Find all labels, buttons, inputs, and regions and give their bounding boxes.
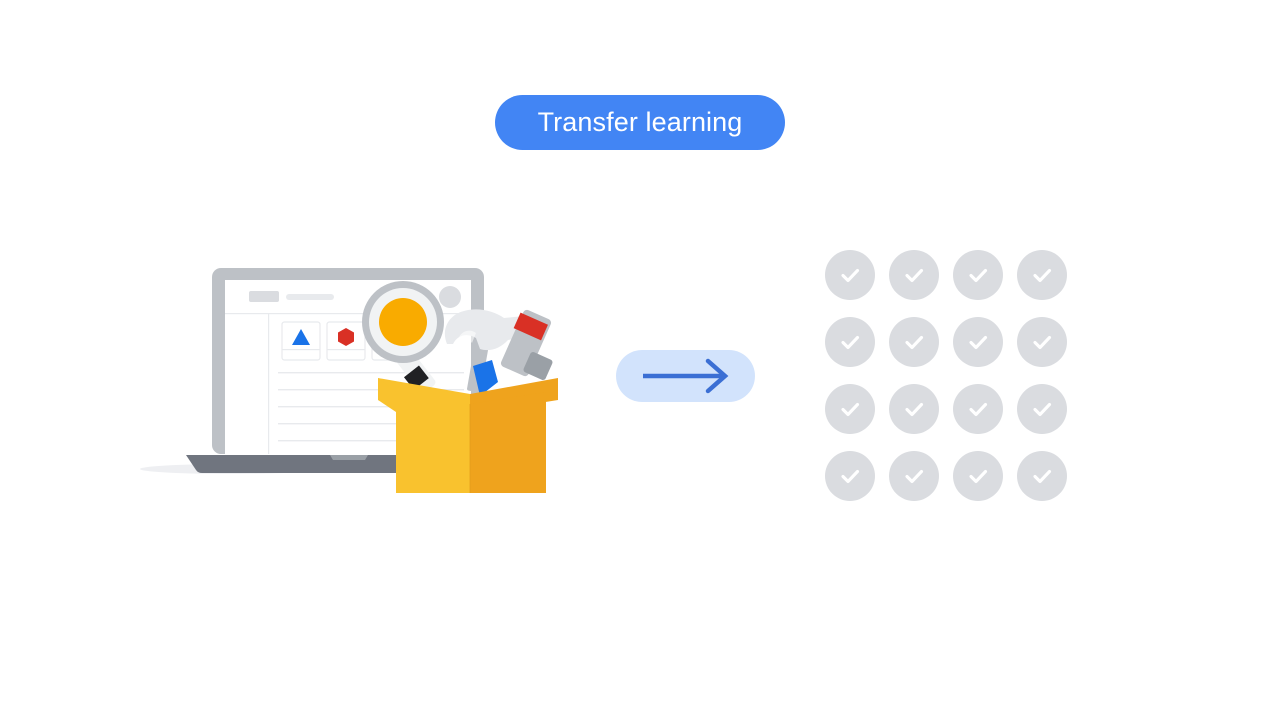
toolbox-front-right xyxy=(470,392,546,493)
check-circle xyxy=(889,317,939,367)
laptop-base-notch xyxy=(330,455,368,460)
check-icon xyxy=(1033,335,1052,350)
check-icon xyxy=(905,335,924,350)
check-icon xyxy=(969,402,988,417)
check-circle xyxy=(953,250,1003,300)
check-icon xyxy=(1033,469,1052,484)
toolbox-center-seam xyxy=(469,404,471,493)
check-icon xyxy=(1033,268,1052,283)
check-circle xyxy=(953,451,1003,501)
check-icon xyxy=(905,268,924,283)
screen-header-bar-short xyxy=(249,291,279,302)
check-icon xyxy=(969,469,988,484)
check-icon xyxy=(969,335,988,350)
slide-canvas: Transfer learning xyxy=(0,0,1280,720)
screen-avatar-circle xyxy=(439,286,461,308)
shape-card-hexagon xyxy=(326,321,366,361)
check-circle xyxy=(825,384,875,434)
check-circle xyxy=(889,451,939,501)
check-icon xyxy=(841,268,860,283)
check-circle xyxy=(1017,384,1067,434)
check-circle xyxy=(1017,451,1067,501)
transfer-arrow-pill xyxy=(616,350,755,402)
completed-checks-grid xyxy=(825,250,1068,502)
check-icon xyxy=(905,469,924,484)
check-icon xyxy=(1033,402,1052,417)
screen-sidebar-divider xyxy=(268,314,270,454)
shape-card-triangle xyxy=(281,321,321,361)
magnifier-lens xyxy=(379,298,427,346)
check-circle xyxy=(1017,250,1067,300)
check-circle xyxy=(953,384,1003,434)
check-circle xyxy=(1017,317,1067,367)
arrow-right-icon xyxy=(643,358,729,394)
check-circle xyxy=(825,451,875,501)
check-circle xyxy=(889,384,939,434)
check-icon xyxy=(841,335,860,350)
check-circle xyxy=(825,250,875,300)
check-icon xyxy=(841,469,860,484)
toolbox xyxy=(378,378,558,493)
toolbox-front-left xyxy=(396,392,470,493)
check-icon xyxy=(905,402,924,417)
screen-header-bar-long xyxy=(286,294,334,300)
check-icon xyxy=(841,402,860,417)
check-circle xyxy=(825,317,875,367)
check-circle xyxy=(889,250,939,300)
check-icon xyxy=(969,268,988,283)
check-circle xyxy=(953,317,1003,367)
